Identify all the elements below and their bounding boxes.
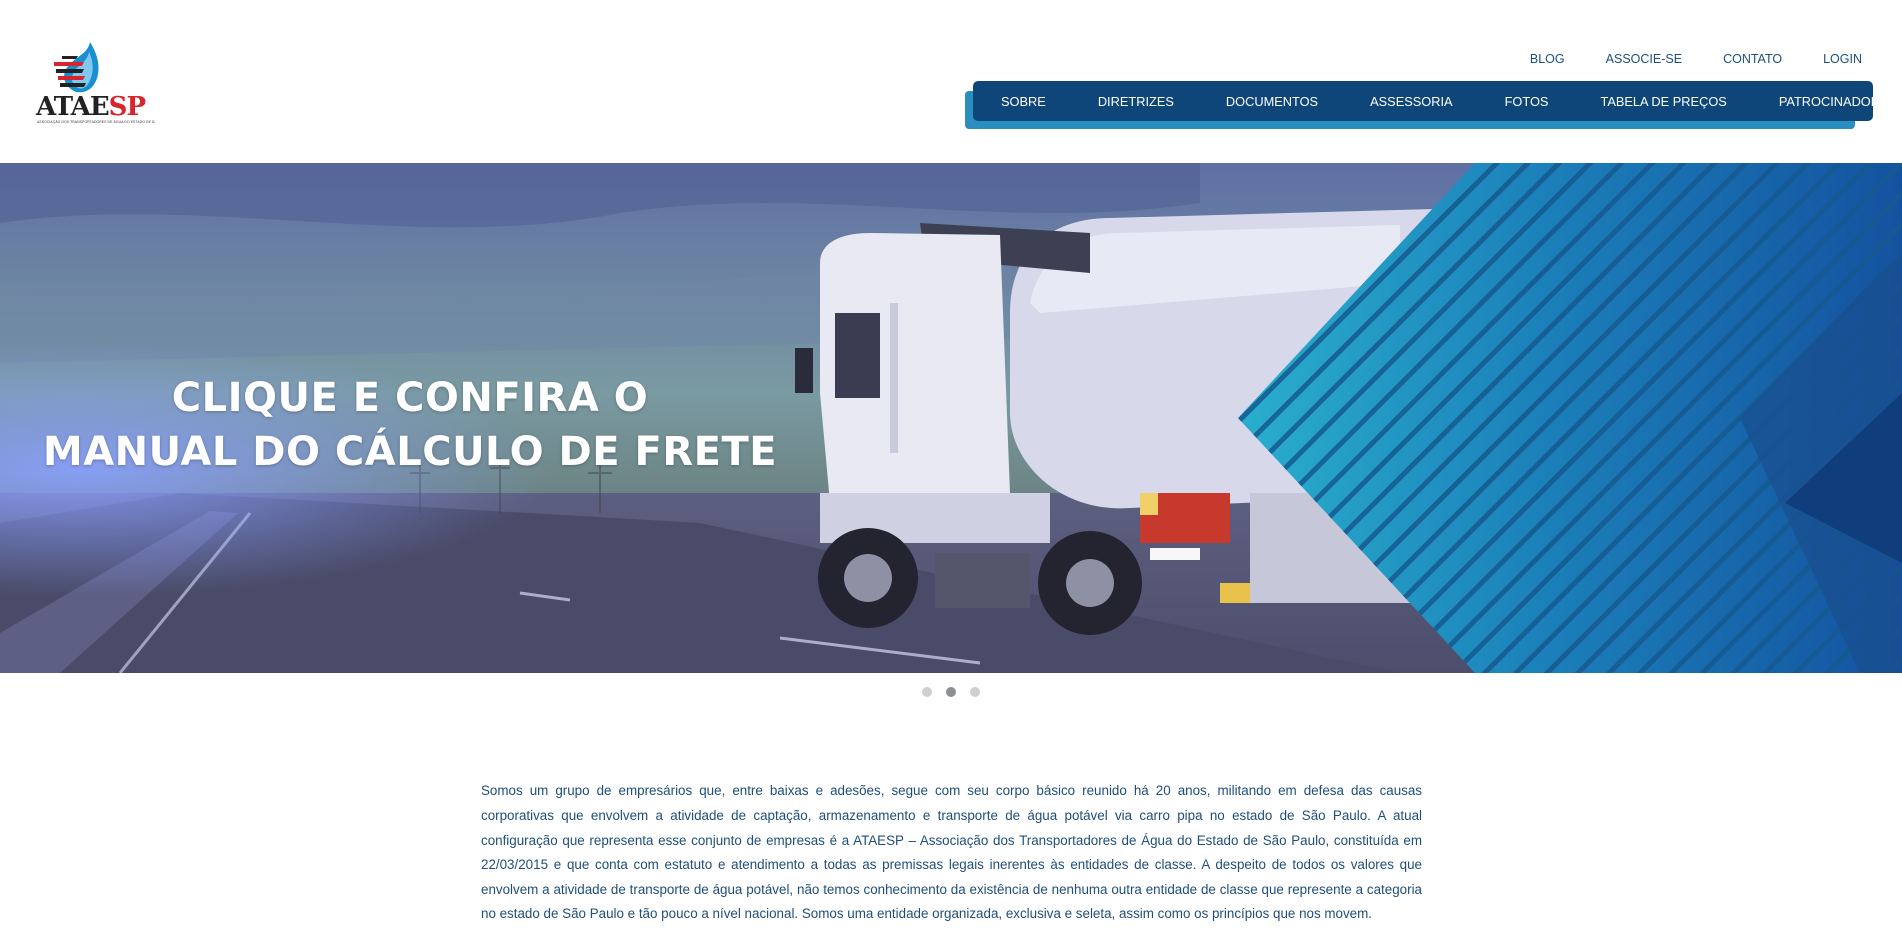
nav-item-patrocinadores[interactable]: PATROCINADORES [1779,94,1897,109]
nav-item-assessoria[interactable]: ASSESSORIA [1370,94,1453,109]
nav-item-tabela-de-precos[interactable]: TABELA DE PREÇOS [1600,94,1726,109]
hero-title-line2: MANUAL DO CÁLCULO DE FRETE [42,429,778,475]
nav-item-fotos[interactable]: FOTOS [1505,94,1549,109]
site-header: ATAESP ASSOCIAÇÃO DOS TRANSPORTADORES DE… [0,0,1902,163]
slider-dot-2[interactable] [946,687,956,697]
logo-text-accent: SP [108,92,146,122]
main-nav: SOBRE DIRETRIZES DOCUMENTOS ASSESSORIA F… [973,81,1897,121]
slider-dot-3[interactable] [970,687,980,697]
top-link-associe-se[interactable]: ASSOCIE-SE [1606,52,1682,66]
hero-title: CLIQUE E CONFIRA O MANUAL DO CÁLCULO DE … [0,371,820,479]
logo-tagline: ASSOCIAÇÃO DOS TRANSPORTADORES DE ÁGUA D… [37,120,155,124]
main-nav-wrapper: SOBRE DIRETRIZES DOCUMENTOS ASSESSORIA F… [965,81,1897,129]
nav-item-documentos[interactable]: DOCUMENTOS [1226,94,1318,109]
top-link-blog[interactable]: BLOG [1530,52,1565,66]
logo-wordmark: ATAESP [36,92,146,122]
hero-banner[interactable]: CLIQUE E CONFIRA O MANUAL DO CÁLCULO DE … [0,163,1902,673]
slider-pagination [922,687,980,697]
top-links: BLOG ASSOCIE-SE CONTATO LOGIN [1489,52,1862,66]
intro-paragraph: Somos um grupo de empresários que, entre… [481,783,1422,922]
slider-dot-1[interactable] [922,687,932,697]
hero-title-line1: CLIQUE E CONFIRA O [171,375,649,421]
logo-emblem-icon [54,42,99,93]
nav-item-sobre[interactable]: SOBRE [1001,94,1046,109]
nav-item-diretrizes[interactable]: DIRETRIZES [1098,94,1174,109]
logo-text-main: ATAE [36,92,110,122]
site-logo[interactable]: ATAESP ASSOCIAÇÃO DOS TRANSPORTADORES DE… [36,40,155,126]
top-link-login[interactable]: LOGIN [1823,52,1862,66]
top-link-contato[interactable]: CONTATO [1723,52,1782,66]
